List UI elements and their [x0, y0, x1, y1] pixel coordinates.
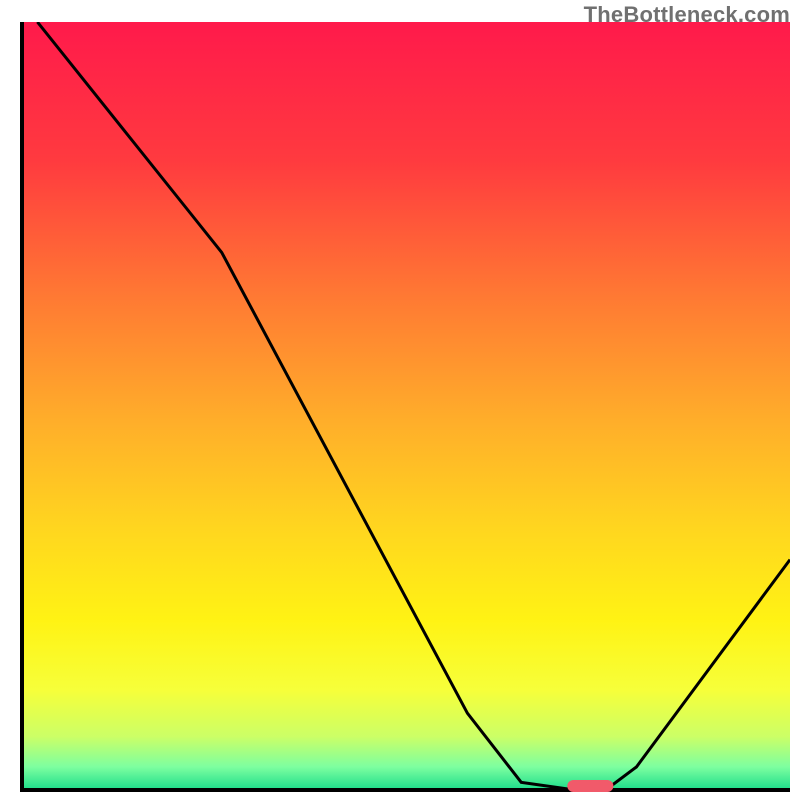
chart-svg [0, 0, 800, 800]
heatmap-background [22, 22, 790, 790]
watermark-text: TheBottleneck.com [584, 2, 790, 28]
optimal-zone-marker [567, 780, 613, 792]
bottleneck-chart: TheBottleneck.com [0, 0, 800, 800]
